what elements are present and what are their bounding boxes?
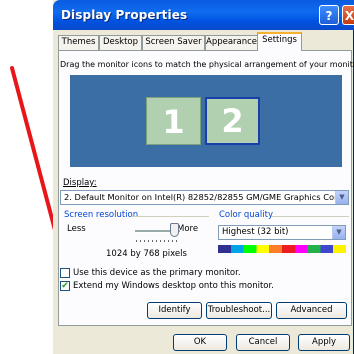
display-label: Display: <box>63 178 97 188</box>
display-select[interactable]: 2. Default Monitor on Intel(R) 82852/828… <box>60 190 349 205</box>
tab-themes[interactable]: Themes <box>58 35 99 50</box>
chevron-down-icon[interactable]: ▼ <box>335 191 348 204</box>
help-button[interactable]: ? <box>319 5 339 25</box>
tab-appearance[interactable]: Appearance <box>205 35 258 50</box>
troubleshoot-button[interactable]: Troubleshoot... <box>206 302 272 319</box>
monitor-1-icon[interactable]: 1 <box>146 97 201 145</box>
primary-monitor-checkbox[interactable] <box>60 268 70 278</box>
primary-monitor-label[interactable]: Use this device as the primary monitor. <box>73 268 241 278</box>
resolution-group-line <box>131 216 209 217</box>
monitor-arrangement-area[interactable]: 1 2 <box>70 75 342 167</box>
screen-resolution-label: Screen resolution <box>64 210 139 220</box>
instructions-text: Drag the monitor icons to match the phys… <box>60 60 354 69</box>
resolution-value: 1024 by 768 pixels <box>106 249 187 259</box>
color-group-line <box>271 216 349 217</box>
ok-button[interactable]: OK <box>173 334 227 351</box>
color-quality-label: Color quality <box>219 210 273 220</box>
extend-desktop-label[interactable]: Extend my Windows desktop onto this moni… <box>73 281 274 291</box>
title-bar[interactable]: Display Properties ? X <box>53 0 354 30</box>
tab-settings[interactable]: Settings <box>257 32 302 51</box>
window-title: Display Properties <box>61 8 188 22</box>
tab-desktop[interactable]: Desktop <box>99 35 142 50</box>
monitor-2-icon[interactable]: 2 <box>205 97 260 145</box>
color-palette-bar <box>218 245 346 253</box>
identify-button[interactable]: Identify <box>147 302 202 319</box>
display-properties-window: Display Properties ? X Themes Desktop Sc… <box>53 0 354 354</box>
tab-screen-saver[interactable]: Screen Saver <box>142 35 205 50</box>
display-select-value: 2. Default Monitor on Intel(R) 82852/828… <box>64 192 349 202</box>
advanced-button[interactable]: Advanced <box>276 302 347 319</box>
color-quality-value: Highest (32 bit) <box>222 227 289 237</box>
resolution-less-label: Less <box>67 224 86 234</box>
resolution-slider-thumb[interactable] <box>170 223 179 237</box>
chevron-down-icon[interactable]: ▼ <box>332 226 345 239</box>
resolution-more-label: More <box>177 224 199 234</box>
close-button[interactable]: X <box>342 5 354 25</box>
resolution-slider-ticks <box>136 240 180 242</box>
cancel-button[interactable]: Cancel <box>236 334 290 351</box>
color-quality-select[interactable]: Highest (32 bit) ▼ <box>218 225 346 240</box>
extend-desktop-checkbox[interactable]: ✔ <box>60 281 70 291</box>
apply-button[interactable]: Apply <box>298 334 350 351</box>
